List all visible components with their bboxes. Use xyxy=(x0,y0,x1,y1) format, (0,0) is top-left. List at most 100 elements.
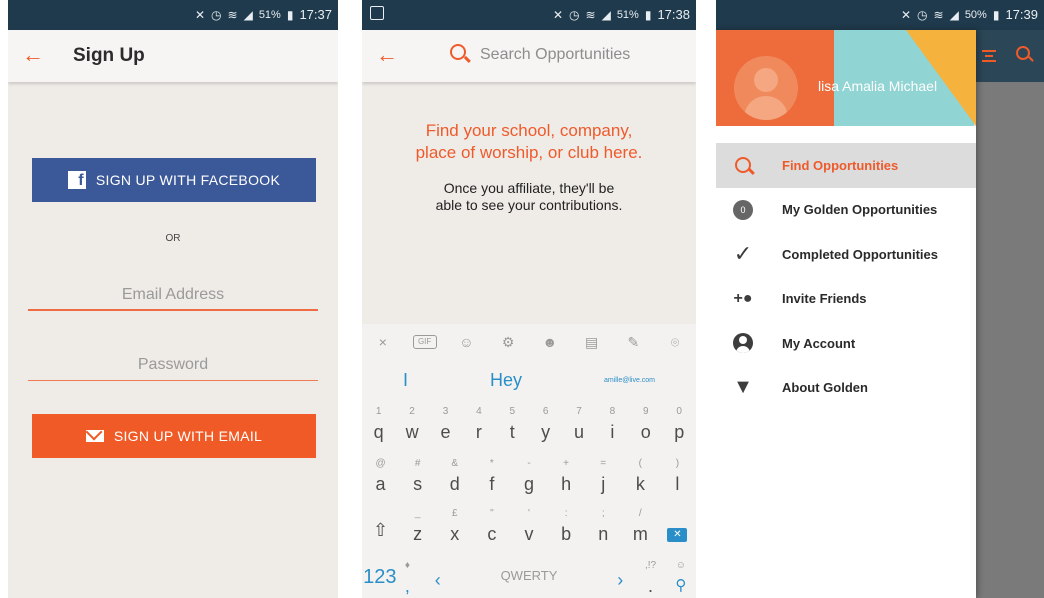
suggestion-item[interactable]: amille@live.com xyxy=(604,377,655,384)
sticker-icon[interactable]: ☺ xyxy=(454,334,478,350)
key-t[interactable]: 5t xyxy=(498,406,526,450)
key-secondary-label: # xyxy=(414,458,421,469)
email-field[interactable]: Email Address xyxy=(28,283,318,311)
password-field[interactable]: Password xyxy=(28,353,318,381)
suggestion-bar: I Hey amille@live.com xyxy=(362,364,696,396)
key-m[interactable]: / m xyxy=(626,508,654,552)
key-h[interactable]: + h xyxy=(552,458,580,502)
key-secondary-label: - xyxy=(527,458,531,469)
search-icon[interactable] xyxy=(1016,46,1030,60)
menu-item-my-account[interactable]: My Account xyxy=(716,321,976,366)
comma-key[interactable]: ♦, xyxy=(393,560,421,598)
key-r[interactable]: 4r xyxy=(465,406,493,450)
key-secondary-label: 4 xyxy=(476,406,482,417)
backspace-icon: ✕ xyxy=(667,528,688,542)
drawer-menu: Find Opportunities 0 My Golden Opportuni… xyxy=(716,143,976,410)
key-w[interactable]: 2w xyxy=(398,406,426,450)
cursor-left-key[interactable]: ‹ xyxy=(424,560,452,598)
key-a[interactable]: @ a xyxy=(367,458,395,502)
numbers-key[interactable]: 123 xyxy=(363,560,396,598)
key-u[interactable]: 7u xyxy=(565,406,593,450)
key-v[interactable]: ' v xyxy=(515,508,543,552)
key-g[interactable]: -g xyxy=(515,458,543,502)
key-d[interactable]: & d xyxy=(441,458,469,502)
key-y[interactable]: 6y xyxy=(532,406,560,450)
key-secondary-label: 5 xyxy=(509,406,516,417)
email-signup-button[interactable]: SIGN UP WITH EMAIL xyxy=(32,414,316,458)
search-icon xyxy=(732,154,754,176)
suggestion-item[interactable]: I xyxy=(403,370,408,391)
search-toolbar: ← Search Opportunities xyxy=(362,30,696,82)
find-heading-line: Find your school, company, xyxy=(425,121,633,140)
user-name: lisa Amalia Michael xyxy=(818,78,938,94)
key-j[interactable]: = j xyxy=(589,458,617,502)
clipboard-icon[interactable]: ▤ xyxy=(580,334,604,351)
find-heading-line: place of worship, or club here. xyxy=(415,143,643,162)
mute-icon: ✕ xyxy=(194,7,206,22)
search-input[interactable]: Search Opportunities xyxy=(480,46,630,64)
cursor-right-key[interactable]: › xyxy=(606,560,634,598)
pin-icon[interactable]: ✎ xyxy=(621,334,645,351)
alarm-icon: ◷ xyxy=(917,7,928,22)
key-p[interactable]: 0p xyxy=(665,406,693,450)
emoji-icon[interactable]: ☻ xyxy=(538,334,562,350)
key-n[interactable]: ; n xyxy=(589,508,617,552)
key-q[interactable]: 1q xyxy=(365,406,393,450)
status-time: 17:38 xyxy=(657,7,690,22)
emoji-small-icon: ☺ xyxy=(675,560,686,571)
key-primary-label: r xyxy=(475,422,482,442)
key-x[interactable]: £ x xyxy=(441,508,469,552)
key-o[interactable]: 9o xyxy=(632,406,660,450)
space-bar[interactable]: QWERTY xyxy=(454,560,604,598)
location-icon[interactable]: ⌾ xyxy=(663,334,687,351)
status-bar: ✕ ◷ ≋ ◢ 50% ▮ 17:39 xyxy=(716,0,1044,30)
period-key-label: . xyxy=(648,576,654,596)
menu-item-my-golden-opportunities[interactable]: 0 My Golden Opportunities xyxy=(716,188,976,233)
key-f[interactable]: * f xyxy=(478,458,506,502)
avatar[interactable] xyxy=(734,56,798,120)
key-primary-label: v xyxy=(524,524,534,544)
shift-icon: ⇧ xyxy=(373,520,389,540)
key-c[interactable]: " c xyxy=(478,508,506,552)
key-e[interactable]: 3e xyxy=(431,406,459,450)
menu-item-label: Invite Friends xyxy=(782,291,867,307)
menu-item-completed-opportunities[interactable]: ✓ Completed Opportunities xyxy=(716,232,976,277)
key-primary-label: j xyxy=(601,474,606,494)
key-i[interactable]: 8i xyxy=(598,406,626,450)
key-k[interactable]: (k xyxy=(626,458,654,502)
battery-icon: ▮ xyxy=(286,7,294,22)
key-s[interactable]: # s xyxy=(404,458,432,502)
period-key[interactable]: ,!?. xyxy=(637,560,665,598)
key-primary-label: f xyxy=(489,474,495,494)
email-button-label: SIGN UP WITH EMAIL xyxy=(113,428,263,444)
shift-key[interactable]: ⇧ xyxy=(367,508,395,552)
search-key[interactable]: ☺ ⚲ xyxy=(667,560,695,598)
menu-item-about-golden[interactable]: ▼ About Golden xyxy=(716,366,976,411)
key-secondary-label: + xyxy=(563,458,570,469)
key-primary-label: d xyxy=(449,474,460,494)
key-primary-label: p xyxy=(674,422,685,442)
wifi-icon: ≋ xyxy=(585,7,596,22)
key-secondary-label: ' xyxy=(528,508,530,519)
gif-icon[interactable]: GIF xyxy=(412,335,437,349)
menu-item-label: Completed Opportunities xyxy=(782,246,938,262)
back-arrow-icon[interactable]: ← xyxy=(376,42,398,68)
facebook-signup-button[interactable]: f SIGN UP WITH FACEBOOK xyxy=(32,158,316,202)
comma-key-label: , xyxy=(404,576,410,596)
key-secondary-label: 2 xyxy=(409,406,415,417)
key-primary-label: y xyxy=(541,422,551,442)
golden-logo-icon: ▼ xyxy=(733,376,753,398)
mail-icon xyxy=(85,430,104,442)
menu-item-invite-friends[interactable]: +● Invite Friends xyxy=(716,277,976,322)
key-l[interactable]: ) l xyxy=(663,458,691,502)
delete-key[interactable]: ✕ xyxy=(663,508,691,552)
key-b[interactable]: :b xyxy=(552,508,580,552)
back-arrow-icon[interactable]: ← xyxy=(22,42,44,68)
menu-item-find-opportunities[interactable]: Find Opportunities xyxy=(716,143,976,188)
affiliate-text: Once you affiliate, they'll be able to s… xyxy=(362,180,696,214)
filter-icon[interactable] xyxy=(982,50,996,62)
settings-icon[interactable]: ⚙ xyxy=(496,334,520,351)
close-icon[interactable]: × xyxy=(371,334,395,350)
key-z[interactable]: _ z xyxy=(404,508,432,552)
suggestion-item[interactable]: Hey xyxy=(490,370,522,391)
